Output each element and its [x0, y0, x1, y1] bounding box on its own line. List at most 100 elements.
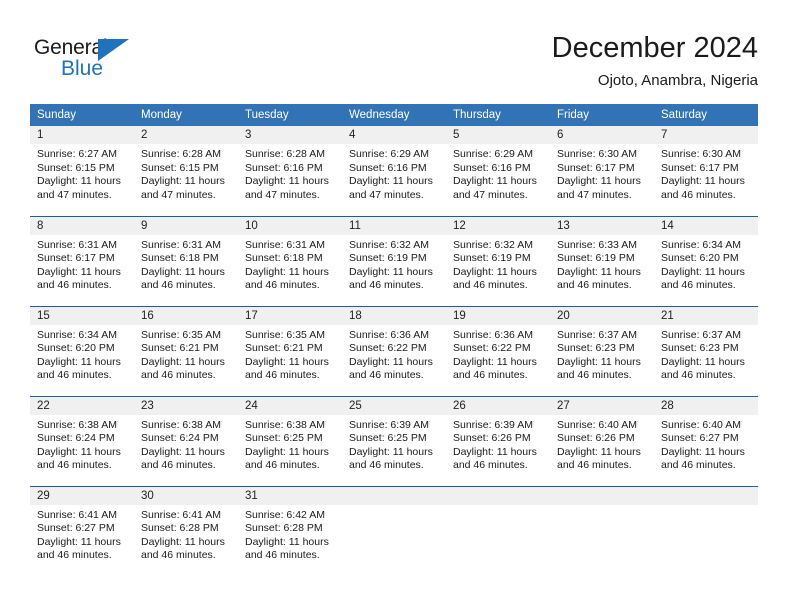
day-info: Sunrise: 6:42 AM Sunset: 6:28 PM Daylight:…	[238, 505, 342, 563]
day-number: 5	[446, 126, 550, 144]
day-cell[interactable]: 21 Sunrise: 6:37 AM Sunset: 6:23 PM Dayligh…	[654, 305, 758, 396]
sunset-text: Sunset: 6:25 PM	[245, 432, 323, 445]
location-subtitle: Ojoto, Anambra, Nigeria	[597, 72, 758, 89]
daylight-text: Daylight: 11 hours and 46 minutes.	[453, 445, 537, 472]
day-cell[interactable]: 9 Sunrise: 6:31 AM Sunset: 6:18 PM Daylight…	[134, 215, 238, 306]
day-cell[interactable]: 6 Sunrise: 6:30 AM Sunset: 6:17 PM Daylight…	[550, 126, 654, 216]
day-info: Sunrise: 6:37 AM Sunset: 6:23 PM Daylight:…	[654, 325, 758, 383]
daylight-text: Daylight: 11 hours and 46 minutes.	[557, 445, 641, 472]
day-cell[interactable]: 8 Sunrise: 6:31 AM Sunset: 6:17 PM Daylight…	[30, 215, 134, 306]
day-number: 12	[446, 216, 550, 235]
day-cell[interactable]: 20 Sunrise: 6:37 AM Sunset: 6:23 PM Dayligh…	[550, 305, 654, 396]
daylight-text: Daylight: 11 hours and 46 minutes.	[245, 445, 329, 472]
sunrise-text: Sunrise: 6:35 AM	[245, 328, 325, 341]
sunrise-text: Sunrise: 6:39 AM	[453, 418, 533, 431]
day-cell[interactable]: 15 Sunrise: 6:34 AM Sunset: 6:20 PM Dayligh…	[30, 305, 134, 396]
day-info: Sunrise: 6:34 AM Sunset: 6:20 PM Daylight:…	[654, 235, 758, 293]
sunrise-text: Sunrise: 6:37 AM	[557, 328, 637, 341]
day-number: 24	[238, 396, 342, 415]
day-info: Sunrise: 6:37 AM Sunset: 6:23 PM Daylight:…	[550, 325, 654, 383]
day-number	[654, 486, 758, 505]
day-cell[interactable]: 23 Sunrise: 6:38 AM Sunset: 6:24 PM Dayligh…	[134, 395, 238, 486]
day-info: Sunrise: 6:28 AM Sunset: 6:15 PM Daylight:…	[134, 144, 238, 202]
day-cell[interactable]: 27 Sunrise: 6:40 AM Sunset: 6:26 PM Dayligh…	[550, 395, 654, 486]
weekday-header-tuesday: Tuesday	[238, 104, 342, 126]
day-info: Sunrise: 6:38 AM Sunset: 6:25 PM Daylight:…	[238, 415, 342, 473]
day-cell[interactable]: 7 Sunrise: 6:30 AM Sunset: 6:17 PM Daylight…	[654, 126, 758, 216]
day-cell[interactable]: 29 Sunrise: 6:41 AM Sunset: 6:27 PM Dayligh…	[30, 485, 134, 576]
day-number: 30	[134, 486, 238, 505]
calendar-table: Sunday Monday Tuesday Wednesday Thursday…	[30, 104, 758, 576]
daylight-text: Daylight: 11 hours and 46 minutes.	[557, 355, 641, 382]
day-info: Sunrise: 6:39 AM Sunset: 6:25 PM Daylight:…	[342, 415, 446, 473]
day-cell[interactable]: 24 Sunrise: 6:38 AM Sunset: 6:25 PM Dayligh…	[238, 395, 342, 486]
sunrise-text: Sunrise: 6:29 AM	[349, 148, 429, 160]
day-cell[interactable]: 13 Sunrise: 6:33 AM Sunset: 6:19 PM Dayligh…	[550, 215, 654, 306]
day-cell[interactable]: 26 Sunrise: 6:39 AM Sunset: 6:26 PM Dayligh…	[446, 395, 550, 486]
title-block: December 2024 Ojoto, Anambra, Nigeria	[552, 30, 758, 92]
sunset-text: Sunset: 6:17 PM	[661, 161, 739, 174]
sunset-text: Sunset: 6:27 PM	[37, 522, 115, 535]
day-number: 9	[134, 216, 238, 235]
day-info: Sunrise: 6:41 AM Sunset: 6:28 PM Daylight:…	[134, 505, 238, 563]
day-info: Sunrise: 6:29 AM Sunset: 6:16 PM Daylight:…	[446, 144, 550, 202]
day-info: Sunrise: 6:38 AM Sunset: 6:24 PM Daylight:…	[134, 415, 238, 473]
calendar-page: General Blue December 2024 Ojoto, Anambr…	[0, 0, 792, 612]
sunrise-text: Sunrise: 6:35 AM	[141, 328, 221, 341]
day-number: 20	[550, 306, 654, 325]
day-info: Sunrise: 6:31 AM Sunset: 6:18 PM Daylight:…	[134, 235, 238, 293]
sunset-text: Sunset: 6:15 PM	[141, 161, 219, 174]
daylight-text: Daylight: 11 hours and 46 minutes.	[141, 355, 225, 382]
day-cell[interactable]: 12 Sunrise: 6:32 AM Sunset: 6:19 PM Dayligh…	[446, 215, 550, 306]
day-cell[interactable]: 3 Sunrise: 6:28 AM Sunset: 6:16 PM Daylight…	[238, 126, 342, 216]
logo-text-blue: Blue	[61, 57, 104, 80]
day-info: Sunrise: 6:40 AM Sunset: 6:26 PM Daylight:…	[550, 415, 654, 473]
weekday-header-friday: Friday	[550, 104, 654, 126]
sunrise-text: Sunrise: 6:42 AM	[245, 508, 325, 521]
daylight-text: Daylight: 11 hours and 46 minutes.	[661, 265, 745, 292]
day-cell[interactable]: 4 Sunrise: 6:29 AM Sunset: 6:16 PM Daylight…	[342, 126, 446, 216]
sunrise-text: Sunrise: 6:40 AM	[661, 418, 741, 431]
day-number: 2	[134, 126, 238, 144]
day-info: Sunrise: 6:29 AM Sunset: 6:16 PM Daylight:…	[342, 144, 446, 202]
sunset-text: Sunset: 6:26 PM	[557, 432, 635, 445]
day-cell[interactable]: 16 Sunrise: 6:35 AM Sunset: 6:21 PM Dayligh…	[134, 305, 238, 396]
day-cell[interactable]: 25 Sunrise: 6:39 AM Sunset: 6:25 PM Dayligh…	[342, 395, 446, 486]
day-info: Sunrise: 6:41 AM Sunset: 6:27 PM Daylight:…	[30, 505, 134, 563]
page-title: December 2024	[551, 32, 758, 64]
day-number: 4	[342, 126, 446, 144]
weekday-header-monday: Monday	[134, 104, 238, 126]
calendar-week-row: 29 Sunrise: 6:41 AM Sunset: 6:27 PM Dayligh…	[30, 485, 758, 576]
day-cell[interactable]: 18 Sunrise: 6:36 AM Sunset: 6:22 PM Dayligh…	[342, 305, 446, 396]
day-cell[interactable]: 22 Sunrise: 6:38 AM Sunset: 6:24 PM Dayligh…	[30, 395, 134, 486]
day-cell[interactable]: 2 Sunrise: 6:28 AM Sunset: 6:15 PM Daylight…	[134, 126, 238, 216]
day-cell[interactable]: 28 Sunrise: 6:40 AM Sunset: 6:27 PM Dayligh…	[654, 395, 758, 486]
daylight-text: Daylight: 11 hours and 46 minutes.	[661, 445, 745, 472]
sunset-text: Sunset: 6:22 PM	[453, 342, 531, 355]
sunset-text: Sunset: 6:17 PM	[557, 161, 635, 174]
sunset-text: Sunset: 6:16 PM	[245, 161, 323, 174]
day-cell[interactable]: 10 Sunrise: 6:31 AM Sunset: 6:18 PM Dayligh…	[238, 215, 342, 306]
day-info: Sunrise: 6:35 AM Sunset: 6:21 PM Daylight:…	[134, 325, 238, 383]
day-cell[interactable]: 14 Sunrise: 6:34 AM Sunset: 6:20 PM Dayligh…	[654, 215, 758, 306]
day-cell[interactable]: 1 Sunrise: 6:27 AM Sunset: 6:15 PM Daylight…	[30, 126, 134, 216]
sunset-text: Sunset: 6:27 PM	[661, 432, 739, 445]
day-number	[446, 486, 550, 505]
daylight-text: Daylight: 11 hours and 46 minutes.	[349, 445, 433, 472]
day-number: 17	[238, 306, 342, 325]
day-number: 28	[654, 396, 758, 415]
day-cell[interactable]: 5 Sunrise: 6:29 AM Sunset: 6:16 PM Daylight…	[446, 126, 550, 216]
day-cell[interactable]: 30 Sunrise: 6:41 AM Sunset: 6:28 PM Dayligh…	[134, 485, 238, 576]
day-cell[interactable]: 17 Sunrise: 6:35 AM Sunset: 6:21 PM Dayligh…	[238, 305, 342, 396]
day-number: 1	[30, 126, 134, 144]
sunset-text: Sunset: 6:26 PM	[453, 432, 531, 445]
day-number: 21	[654, 306, 758, 325]
daylight-text: Daylight: 11 hours and 46 minutes.	[349, 355, 433, 382]
daylight-text: Daylight: 11 hours and 46 minutes.	[37, 535, 121, 562]
sunset-text: Sunset: 6:17 PM	[37, 252, 115, 265]
day-number: 23	[134, 396, 238, 415]
sunrise-text: Sunrise: 6:37 AM	[661, 328, 741, 341]
day-cell[interactable]: 11 Sunrise: 6:32 AM Sunset: 6:19 PM Dayligh…	[342, 215, 446, 306]
day-cell[interactable]: 31 Sunrise: 6:42 AM Sunset: 6:28 PM Dayligh…	[238, 485, 342, 576]
day-cell[interactable]: 19 Sunrise: 6:36 AM Sunset: 6:22 PM Dayligh…	[446, 305, 550, 396]
